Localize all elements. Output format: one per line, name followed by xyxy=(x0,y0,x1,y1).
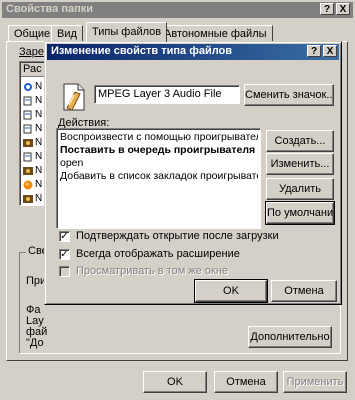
orange-globe-icon xyxy=(23,180,33,190)
change-icon-button[interactable]: Сменить значок... xyxy=(244,84,334,106)
create-action-button[interactable]: Создать... xyxy=(266,130,334,152)
browse-same-window-label: Просматривать в том же окне xyxy=(76,265,229,277)
document-icon xyxy=(23,96,32,106)
dialog-title: Изменение свойств типа файлов xyxy=(51,45,233,57)
always-show-extension-label: Всегда отображать расширение xyxy=(76,248,240,260)
tab-offline-files[interactable]: Автономные файлы xyxy=(158,25,273,42)
document-icon xyxy=(23,110,32,120)
action-item[interactable]: Воспроизвести с помощью проигрывателя Wi xyxy=(58,131,258,144)
confirm-open-checkbox[interactable]: ✓ xyxy=(59,231,70,242)
dialog-title-bar: Изменение свойств типа файлов ? X xyxy=(47,44,339,60)
outer-help-button[interactable]: ? xyxy=(320,3,334,15)
set-default-button[interactable]: По умолчанию xyxy=(265,201,335,225)
media-player-icon xyxy=(23,167,33,175)
tab-general[interactable]: Общие xyxy=(8,25,57,42)
action-item-default[interactable]: Поставить в очередь проигрывателя W xyxy=(58,144,258,157)
actions-list[interactable]: Воспроизвести с помощью проигрывателя Wi… xyxy=(56,128,261,229)
internet-shortcut-icon xyxy=(24,83,32,91)
file-type-icon-wrap xyxy=(61,82,87,112)
dialog-help-button[interactable]: ? xyxy=(307,45,321,57)
always-show-extension-checkbox[interactable]: ✓ xyxy=(59,249,70,260)
browse-same-window-checkbox[interactable] xyxy=(59,266,70,277)
outer-cancel-button[interactable]: Отмена xyxy=(214,371,278,393)
action-item[interactable]: open xyxy=(58,157,258,170)
media-player-icon xyxy=(23,195,33,203)
delete-action-button[interactable]: Удалить xyxy=(266,178,334,200)
outer-ok-button[interactable]: OK xyxy=(143,371,207,393)
edit-action-button[interactable]: Изменить... xyxy=(266,153,334,175)
tab-view[interactable]: Вид xyxy=(51,25,83,42)
outer-title-bar: Свойства папки ? X xyxy=(2,2,353,18)
action-item[interactable]: Добавить в список закладок проигрывателя xyxy=(58,170,258,183)
audio-file-icon xyxy=(63,83,85,111)
document-icon xyxy=(23,152,32,162)
edit-file-type-dialog: Изменение свойств типа файлов ? X MPEG L… xyxy=(44,41,342,305)
document-icon xyxy=(23,124,32,134)
outer-apply-button[interactable]: Применить xyxy=(283,371,347,393)
tab-file-types[interactable]: Типы файлов xyxy=(86,22,168,42)
file-type-name-field[interactable]: MPEG Layer 3 Audio File xyxy=(94,85,240,104)
dialog-ok-button[interactable]: OK xyxy=(194,279,268,303)
details-line: "До xyxy=(26,337,44,349)
outer-title: Свойства папки xyxy=(6,3,94,15)
dialog-close-button[interactable]: X xyxy=(323,45,337,57)
outer-close-button[interactable]: X xyxy=(336,3,350,15)
dialog-cancel-button[interactable]: Отмена xyxy=(271,280,337,302)
advanced-button[interactable]: Дополнительно xyxy=(248,326,332,348)
confirm-open-label: Подтверждать открытие после загрузки xyxy=(76,230,279,242)
list-header-extension: Рас xyxy=(23,63,42,75)
media-player-icon xyxy=(23,139,33,147)
